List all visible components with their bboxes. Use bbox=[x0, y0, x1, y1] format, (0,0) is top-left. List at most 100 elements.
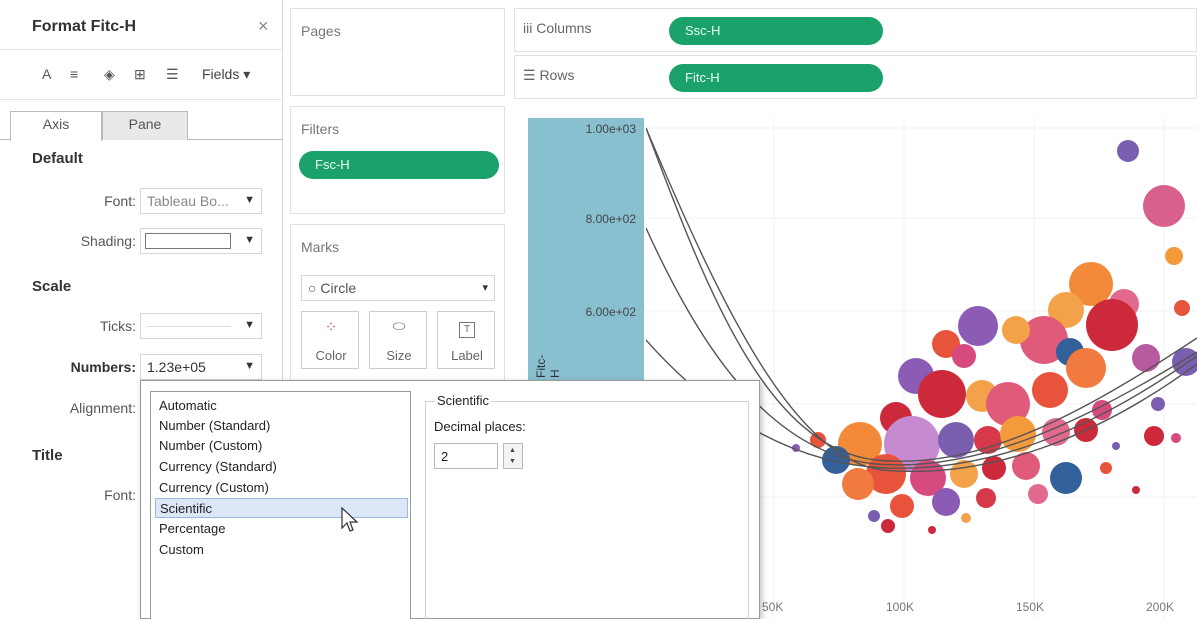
bubble[interactable] bbox=[958, 306, 998, 346]
decimal-places-label: Decimal places: bbox=[434, 419, 526, 434]
label-button-label: Label bbox=[451, 348, 483, 363]
mark-type-value: ○ Circle bbox=[308, 280, 357, 296]
x-tick-label: 200K bbox=[1146, 600, 1175, 614]
bubble[interactable] bbox=[1165, 247, 1183, 265]
bubble[interactable] bbox=[918, 370, 966, 418]
mouse-cursor-icon bbox=[341, 506, 359, 532]
chevron-down-icon: ▾ bbox=[482, 282, 488, 294]
x-tick-label: 150K bbox=[1016, 600, 1045, 614]
bubble[interactable] bbox=[1002, 316, 1030, 344]
bubble[interactable] bbox=[868, 510, 880, 522]
bubble[interactable] bbox=[1132, 344, 1160, 372]
bubble[interactable] bbox=[1151, 397, 1165, 411]
bubble[interactable] bbox=[1066, 348, 1106, 388]
section-default-heading: Default bbox=[32, 150, 83, 167]
decimal-places-stepper[interactable]: ▲ ▼ bbox=[503, 443, 523, 469]
y-axis-title: Fitc-H bbox=[534, 348, 564, 378]
stepper-down-icon[interactable]: ▼ bbox=[509, 458, 516, 465]
format-option-automatic[interactable]: Automatic bbox=[155, 396, 408, 416]
font-icon[interactable]: A bbox=[42, 66, 51, 82]
bubble[interactable] bbox=[842, 468, 874, 500]
bubble[interactable] bbox=[1100, 462, 1112, 474]
bubble[interactable] bbox=[1112, 442, 1120, 450]
shading-dropdown[interactable]: ▼ bbox=[140, 228, 262, 254]
format-option-currency-custom[interactable]: Currency (Custom) bbox=[155, 478, 408, 498]
font-dropdown-value: Tableau Bo... bbox=[147, 193, 229, 209]
bubble[interactable] bbox=[1050, 462, 1082, 494]
y-tick-label: 6.00e+02 bbox=[585, 305, 636, 319]
bubble[interactable] bbox=[1086, 299, 1138, 351]
rows-label: ☰ Rows bbox=[523, 67, 575, 83]
fields-dropdown[interactable]: Fields ▾ bbox=[202, 66, 250, 83]
filters-label: Filters bbox=[301, 121, 340, 137]
x-tick-label: 50K bbox=[762, 600, 784, 614]
format-option-scientific[interactable]: Scientific bbox=[155, 498, 408, 518]
size-button[interactable]: ⬭ Size bbox=[369, 311, 427, 369]
numbers-dropdown-value: 1.23e+05 bbox=[147, 359, 206, 375]
color-icon: ⁘ bbox=[324, 319, 338, 336]
columns-pill[interactable]: Ssc-H bbox=[669, 17, 883, 45]
rows-pill[interactable]: Fitc-H bbox=[669, 64, 883, 92]
bubble[interactable] bbox=[961, 513, 971, 523]
size-icon: ⬭ bbox=[392, 318, 406, 335]
columns-shelf[interactable]: iii Columns Ssc-H bbox=[514, 8, 1197, 52]
pages-card[interactable]: Pages bbox=[290, 8, 505, 96]
title-font-label: Font: bbox=[104, 487, 136, 503]
chevron-down-icon: ▼ bbox=[244, 234, 255, 246]
tab-pane[interactable]: Pane bbox=[102, 111, 188, 140]
format-option-percentage[interactable]: Percentage bbox=[155, 519, 408, 539]
y-axis-title-text: Fitc-H bbox=[534, 354, 562, 378]
alignment-label: Alignment: bbox=[69, 400, 136, 416]
bubble[interactable] bbox=[1171, 433, 1181, 443]
align-icon[interactable]: ≡ bbox=[70, 66, 78, 82]
color-button[interactable]: ⁘ Color bbox=[301, 311, 359, 369]
tab-axis[interactable]: Axis bbox=[10, 111, 102, 141]
bubble[interactable] bbox=[976, 488, 996, 508]
bubble[interactable] bbox=[928, 526, 936, 534]
lines-icon[interactable]: ☰ bbox=[166, 66, 179, 83]
scientific-group-title: Scientific bbox=[435, 393, 492, 408]
marks-card: Marks ○ Circle ▾ ⁘ Color ⬭ Size T Label bbox=[290, 224, 505, 384]
y-tick-label: 1.00e+03 bbox=[585, 122, 636, 136]
ticks-dropdown[interactable]: ▼ bbox=[140, 313, 262, 339]
section-title-heading: Title bbox=[32, 447, 63, 464]
bubble[interactable] bbox=[1028, 484, 1048, 504]
bubble[interactable] bbox=[1143, 185, 1185, 227]
format-option-number-standard[interactable]: Number (Standard) bbox=[155, 416, 408, 436]
label-button[interactable]: T Label bbox=[437, 311, 495, 369]
bubble[interactable] bbox=[952, 344, 976, 368]
chevron-down-icon: ▼ bbox=[244, 360, 255, 372]
font-dropdown[interactable]: Tableau Bo... ▼ bbox=[140, 188, 262, 214]
numbers-dropdown[interactable]: 1.23e+05 ▼ bbox=[140, 354, 262, 380]
bubble[interactable] bbox=[1144, 426, 1164, 446]
bubble[interactable] bbox=[890, 494, 914, 518]
ticks-line bbox=[147, 326, 231, 327]
x-tick-label: 100K bbox=[886, 600, 915, 614]
numbers-label: Numbers: bbox=[70, 359, 136, 375]
chevron-down-icon: ▼ bbox=[244, 319, 255, 331]
rows-shelf[interactable]: ☰ Rows Fitc-H bbox=[514, 55, 1197, 99]
number-format-popup: Automatic Number (Standard) Number (Cust… bbox=[140, 380, 760, 619]
y-tick-label: 8.00e+02 bbox=[585, 212, 636, 226]
shading-icon[interactable]: ◈ bbox=[104, 66, 115, 83]
bubbles bbox=[792, 140, 1197, 534]
filter-pill[interactable]: Fsc-H bbox=[299, 151, 499, 179]
format-option-currency-standard[interactable]: Currency (Standard) bbox=[155, 457, 408, 477]
bubble[interactable] bbox=[881, 519, 895, 533]
borders-icon[interactable]: ⊞ bbox=[134, 66, 146, 83]
mark-type-dropdown[interactable]: ○ Circle ▾ bbox=[301, 275, 495, 301]
decimal-places-input[interactable] bbox=[434, 443, 498, 469]
stepper-up-icon[interactable]: ▲ bbox=[509, 447, 516, 454]
bubble[interactable] bbox=[932, 488, 960, 516]
format-option-number-custom[interactable]: Number (Custom) bbox=[155, 436, 408, 456]
format-pane-title: Format Fitc-H bbox=[32, 18, 136, 35]
color-button-label: Color bbox=[315, 348, 347, 363]
format-option-custom[interactable]: Custom bbox=[155, 540, 408, 560]
bubble[interactable] bbox=[1132, 486, 1140, 494]
bubble[interactable] bbox=[1174, 300, 1190, 316]
close-icon[interactable]: × bbox=[258, 16, 269, 37]
bubble[interactable] bbox=[1032, 372, 1068, 408]
format-type-list: Automatic Number (Standard) Number (Cust… bbox=[150, 391, 411, 619]
bubble[interactable] bbox=[1117, 140, 1139, 162]
format-pane-header: Format Fitc-H × bbox=[0, 0, 283, 50]
